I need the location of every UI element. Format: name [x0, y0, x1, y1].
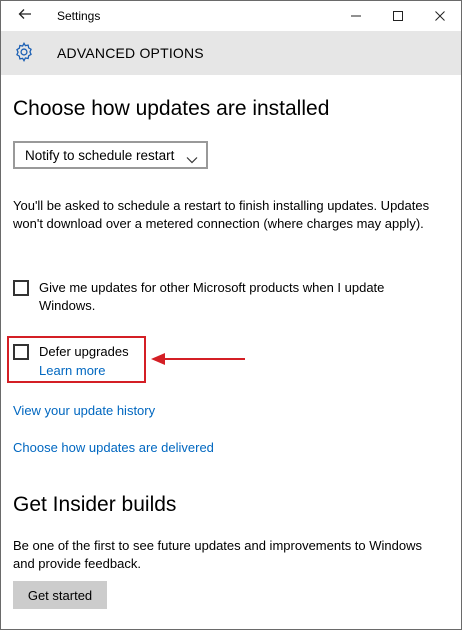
get-started-button[interactable]: Get started: [13, 581, 107, 609]
section-heading-insider: Get Insider builds: [13, 493, 177, 516]
title-bar: Settings: [1, 1, 461, 31]
section-heading-updates: Choose how updates are installed: [13, 97, 330, 120]
gear-icon: [13, 41, 35, 63]
highlight-box: [7, 336, 146, 383]
window-title: Settings: [57, 9, 101, 23]
microsoft-products-checkbox[interactable]: [13, 280, 29, 296]
chevron-down-icon: [186, 151, 198, 164]
minimize-icon[interactable]: [333, 3, 379, 29]
page-title: ADVANCED OPTIONS: [57, 45, 204, 61]
back-arrow-icon[interactable]: [15, 6, 35, 26]
update-delivery-link[interactable]: Choose how updates are delivered: [13, 440, 214, 455]
close-icon[interactable]: [417, 3, 461, 29]
dropdown-selected-value: Notify to schedule restart: [25, 148, 175, 163]
update-history-link[interactable]: View your update history: [13, 403, 155, 418]
updates-description: You'll be asked to schedule a restart to…: [13, 198, 430, 231]
insider-description: Be one of the first to see future update…: [13, 538, 422, 571]
restart-mode-dropdown[interactable]: Notify to schedule restart: [13, 141, 208, 169]
microsoft-products-label: Give me updates for other Microsoft prod…: [39, 280, 385, 313]
red-arrow-icon: [149, 351, 247, 367]
page-header: ADVANCED OPTIONS: [1, 31, 461, 75]
settings-window: Settings ADVANCED OPTIONS Choose how upd…: [0, 0, 462, 630]
maximize-icon[interactable]: [375, 3, 421, 29]
